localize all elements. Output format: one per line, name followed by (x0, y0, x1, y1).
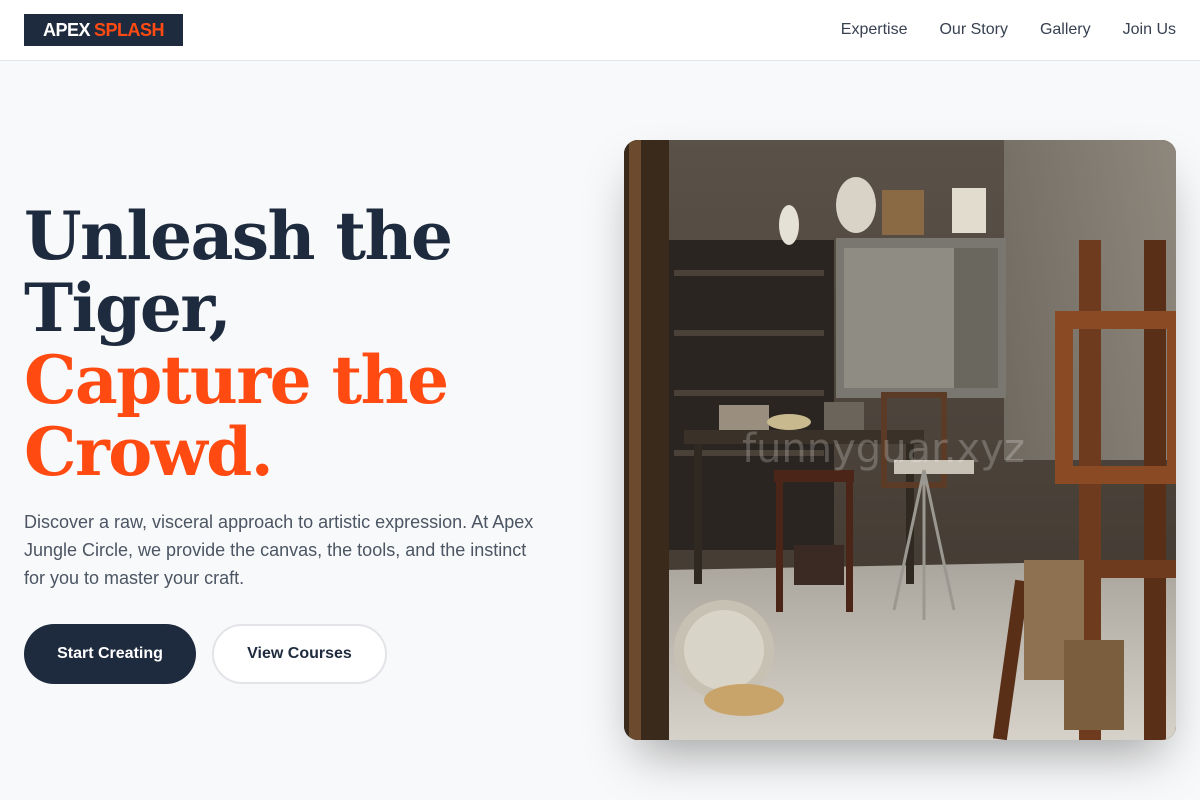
brand-logo[interactable]: APEX SPLASH (24, 14, 183, 46)
logo-word-splash: SPLASH (94, 19, 165, 40)
nav-link-expertise[interactable]: Expertise (841, 21, 908, 39)
headline-line-2: Tiger, (24, 269, 232, 347)
image-watermark: funnyguar.xyz (742, 426, 1025, 472)
headline-line-1: Unleash the (24, 197, 453, 275)
nav-link-join-us[interactable]: Join Us (1123, 21, 1176, 39)
hero-headline: Unleash the Tiger, Capture the Crowd. (24, 200, 584, 488)
hero-description: Discover a raw, visceral approach to art… (24, 512, 534, 588)
hero-studio-image: funnyguar.xyz (624, 140, 1176, 740)
logo-word-apex: APEX (42, 19, 91, 40)
studio-photo-illustration: funnyguar.xyz (624, 140, 1176, 740)
nav-links: Expertise Our Story Gallery Join Us (841, 0, 1176, 60)
start-creating-button[interactable]: Start Creating (24, 624, 196, 684)
view-courses-button[interactable]: View Courses (212, 624, 387, 684)
headline-line-4: Crowd. (24, 413, 274, 491)
nav-link-gallery[interactable]: Gallery (1040, 21, 1091, 39)
headline-line-3: Capture the (24, 341, 449, 419)
nav-link-our-story[interactable]: Our Story (939, 21, 1007, 39)
top-navbar: APEX SPLASH Expertise Our Story Gallery … (0, 0, 1200, 61)
